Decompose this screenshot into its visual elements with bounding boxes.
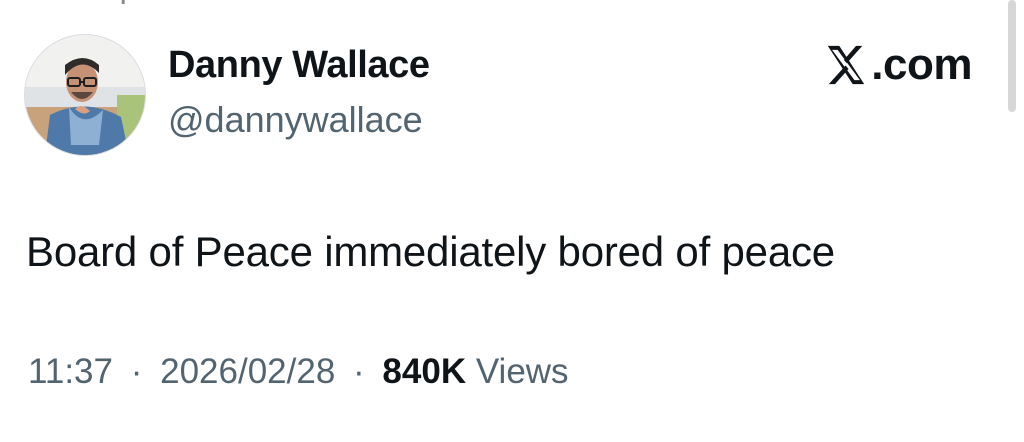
- scrollbar[interactable]: [1008, 0, 1016, 112]
- post-date[interactable]: 2026/02/28: [160, 352, 335, 391]
- avatar-photo: [25, 35, 145, 155]
- clipped-header-text: 4: [110, 0, 129, 13]
- post-text: Board of Peace immediately bored of peac…: [26, 228, 835, 275]
- avatar[interactable]: [24, 34, 146, 156]
- brand-domain-text: .com: [871, 40, 972, 89]
- author-display-name[interactable]: Danny Wallace: [168, 44, 430, 87]
- x-dot-com-watermark: .com: [823, 42, 972, 88]
- author-handle[interactable]: @dannywallace: [168, 99, 423, 141]
- post-meta: 11:37 · 2026/02/28 · 840K Views: [28, 352, 569, 392]
- x-logo-icon: [828, 45, 865, 85]
- post-time[interactable]: 11:37: [28, 352, 113, 391]
- views-count: 840K: [382, 352, 467, 391]
- views-label: Views: [475, 352, 569, 391]
- post-screenshot: 4 Danny Wallace @dannywallace .com: [0, 0, 1024, 442]
- meta-separator: ·: [130, 352, 143, 391]
- meta-separator: ·: [353, 352, 365, 391]
